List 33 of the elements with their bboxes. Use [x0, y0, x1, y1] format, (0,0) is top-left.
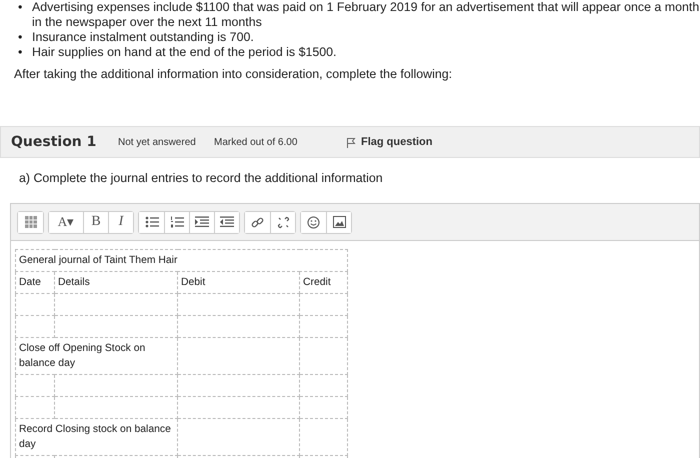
- bullet-marker: •: [18, 30, 24, 45]
- instruction-text: After taking the additional information into consideration, complete the following:: [14, 67, 454, 81]
- column-header: Credit: [300, 272, 348, 294]
- indent-icon: [195, 216, 209, 228]
- table-title: General journal of Taint Them Hair: [16, 250, 348, 272]
- column-header: Date: [16, 272, 54, 294]
- bullet-text: Insurance instalment outstanding is 700.: [32, 30, 255, 45]
- italic-button[interactable]: I: [108, 212, 133, 232]
- table-cell: Record Closing stock on balance day: [16, 418, 178, 456]
- column-header: Debit: [178, 272, 300, 294]
- bullet-text: Advertising expenses include $1100 that was paid on 1 February 2019 for an advertisement that will appear once a month in the newspaper over the next 11 months: [32, 0, 700, 30]
- outdent-button[interactable]: [214, 212, 239, 232]
- table-cell: Close off Opening Stock on balance day: [16, 338, 178, 374]
- prompt-text: a) Complete the journal entries to record the additional information: [19, 171, 384, 185]
- smiley-icon: [307, 216, 320, 228]
- broken-link-icon: [276, 216, 290, 228]
- bullet-marker: •: [18, 45, 24, 60]
- bullet-text: Hair supplies on hand at the end of the period is $1500.: [32, 45, 338, 60]
- image-icon: [332, 216, 346, 228]
- question-marks: Marked out of 6.00: [214, 136, 298, 148]
- link-icon: [251, 216, 264, 228]
- question-title: Question 1: [11, 134, 98, 150]
- column-header: Details: [54, 272, 178, 294]
- image-button[interactable]: [326, 212, 351, 232]
- flag-question-link[interactable]: Flag question: [346, 136, 432, 148]
- question-status: Not yet answered: [118, 136, 197, 148]
- unlink-button[interactable]: [270, 212, 295, 232]
- numbered-list-icon: [170, 216, 184, 228]
- outdent-icon: [220, 216, 234, 228]
- bulleted-list-icon: [144, 216, 158, 228]
- flag-icon: [346, 136, 356, 148]
- table-icon: [24, 215, 38, 229]
- bullet-marker: •: [18, 0, 24, 16]
